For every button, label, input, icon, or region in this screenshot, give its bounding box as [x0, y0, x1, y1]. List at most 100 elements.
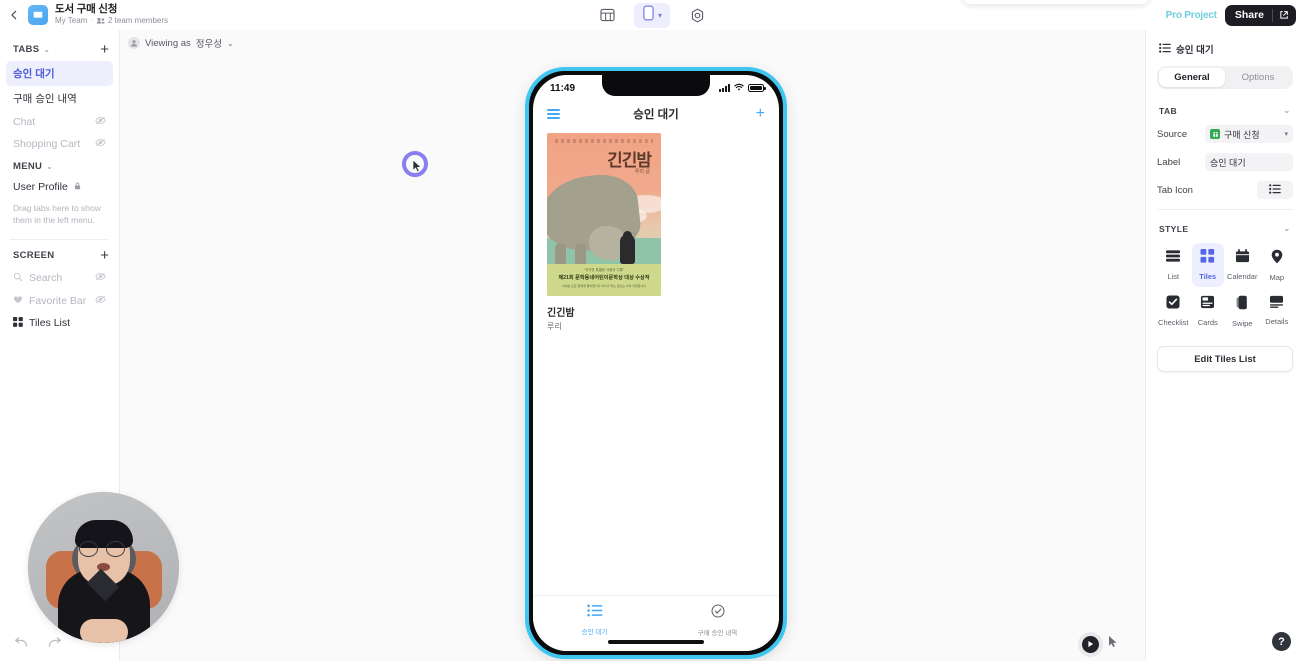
book-cover-image[interactable]: 긴긴밤 루리 글 "자기만 특별한 사랑의 기록" 제21회 문학동네어린이문학… — [547, 133, 661, 296]
tab-section-header[interactable]: TAB ⌄ — [1157, 102, 1293, 125]
phone-preview: 11:49 승인 대기 + 긴긴밤 루리 글 "자기만 특별한 사랑의 기록" … — [525, 67, 787, 659]
external-link-icon[interactable] — [1273, 10, 1296, 20]
chevron-down-icon: ⌄ — [1283, 223, 1291, 233]
chevron-down-icon: ▾ — [1284, 131, 1288, 138]
team-name: My Team — [55, 16, 88, 26]
sidebar-tab-shopping-cart[interactable]: Shopping Cart — [6, 133, 113, 155]
gear-icon[interactable] — [684, 4, 710, 26]
phone-app-header: 승인 대기 + — [533, 101, 779, 127]
panel-segmented-control: General Options — [1157, 66, 1293, 89]
sidebar-tab-seungin-daegi[interactable]: 승인 대기 — [6, 61, 113, 86]
topbar-right-actions: Pro Project Share — [961, 0, 1296, 30]
style-option-details[interactable]: Details — [1261, 289, 1294, 333]
source-select[interactable]: 구매 신청 ▾ — [1205, 125, 1293, 143]
label-input[interactable]: 승인 대기 — [1205, 153, 1293, 171]
table-view-icon[interactable] — [594, 4, 620, 26]
back-button[interactable] — [0, 0, 28, 30]
menu-section-title: MENU — [13, 161, 43, 172]
sidebar-screen-label: Tiles List — [29, 317, 71, 330]
style-label: Details — [1265, 317, 1289, 326]
add-tab-button[interactable]: + — [100, 42, 109, 57]
style-section-header[interactable]: STYLE ⌄ — [1157, 220, 1293, 243]
style-option-map[interactable]: Map — [1261, 243, 1294, 287]
help-button[interactable]: ? — [1272, 632, 1291, 651]
hamburger-menu-icon[interactable] — [547, 108, 560, 120]
share-button[interactable]: Share — [1224, 4, 1296, 26]
tab-general[interactable]: General — [1159, 68, 1225, 87]
phone-tab-seungin-daegi[interactable]: 승인 대기 — [533, 604, 656, 636]
sidebar-tab-label: Shopping Cart — [13, 138, 81, 150]
sidebar-screen-search[interactable]: Search — [6, 267, 113, 290]
panel-header: 승인 대기 — [1157, 30, 1293, 66]
edit-tiles-list-button[interactable]: Edit Tiles List — [1157, 346, 1293, 372]
book-author: 루리 — [547, 322, 562, 331]
style-label: Swipe — [1232, 319, 1253, 328]
view-mode-switcher: ▾ — [594, 0, 710, 30]
project-subtitle: My Team · 2 team members — [55, 16, 169, 27]
webcam-overlay[interactable] — [28, 492, 179, 643]
list-layout-icon — [1165, 249, 1181, 268]
screen-section-header[interactable]: SCREEN + — [0, 242, 119, 267]
tab-section-title: TAB — [1159, 105, 1178, 116]
eye-off-icon[interactable] — [95, 138, 106, 150]
play-icon[interactable] — [1082, 635, 1099, 653]
eye-off-icon[interactable] — [95, 295, 106, 307]
sidebar-divider — [10, 238, 109, 240]
source-label: Source — [1157, 128, 1188, 140]
wifi-icon — [734, 83, 744, 94]
tabs-section-header[interactable]: TABS ⌄ + — [0, 36, 119, 61]
phone-tab-gumae-seungin-naeyeok[interactable]: 구매 승인 내역 — [656, 604, 779, 637]
tab-icon-row: Tab Icon — [1157, 181, 1293, 199]
cover-author-text: 루리 글 — [634, 169, 650, 175]
checkbox-icon — [1166, 295, 1180, 314]
style-option-tiles[interactable]: Tiles — [1191, 243, 1224, 287]
member-count: 2 team members — [107, 16, 169, 26]
book-title: 긴긴밤 — [547, 308, 575, 319]
tab-options[interactable]: Options — [1225, 68, 1291, 87]
preview-controls — [1082, 635, 1119, 653]
redo-icon[interactable] — [48, 635, 62, 653]
cursor-pointer-icon[interactable] — [1108, 635, 1119, 653]
style-label: Checklist — [1158, 318, 1189, 327]
eye-off-icon[interactable] — [95, 272, 106, 284]
rhino-leg — [575, 244, 586, 266]
signal-bars-icon — [719, 84, 730, 92]
sidebar-menu-label: User Profile — [13, 181, 68, 193]
viewing-as-user: 정우성 — [195, 39, 223, 50]
person-hands — [80, 619, 128, 643]
plus-icon[interactable]: + — [756, 106, 765, 122]
sidebar-tab-gumae-seungin[interactable]: 구매 승인 내역 — [6, 86, 113, 111]
map-pin-icon — [1271, 249, 1283, 269]
style-option-checklist[interactable]: Checklist — [1157, 289, 1190, 333]
style-option-calendar[interactable]: Calendar — [1226, 243, 1259, 287]
style-option-swipe[interactable]: Swipe — [1226, 289, 1259, 333]
swipe-icon — [1236, 295, 1249, 315]
sidebar-tab-chat[interactable]: Chat — [6, 111, 113, 133]
glasses-right — [106, 541, 125, 557]
undo-icon[interactable] — [14, 635, 28, 653]
cursor-pointer-icon — [412, 159, 423, 178]
sidebar-menu-user-profile[interactable]: User Profile — [6, 176, 113, 198]
chevron-down-icon: ⌄ — [46, 162, 53, 171]
user-avatar-icon — [128, 37, 140, 49]
details-icon — [1269, 295, 1284, 313]
cover-top-rule — [555, 139, 653, 143]
chevron-down-icon: ⌄ — [227, 38, 234, 48]
style-option-list[interactable]: List — [1157, 243, 1190, 287]
mobile-device-button[interactable]: ▾ — [633, 2, 671, 28]
style-label: Calendar — [1227, 272, 1258, 281]
chevron-down-icon: ▾ — [657, 10, 663, 20]
style-label: Tiles — [1199, 272, 1217, 281]
viewing-as-selector[interactable]: Viewing as 정우성 ⌄ — [128, 36, 234, 50]
sidebar-screen-tiles-list[interactable]: Tiles List — [6, 312, 113, 335]
eye-off-icon[interactable] — [95, 116, 106, 128]
tab-icon-picker[interactable] — [1257, 181, 1293, 199]
sidebar-screen-favorite-bar[interactable]: Favorite Bar — [6, 290, 113, 312]
pro-project-badge[interactable]: Pro Project — [1166, 10, 1217, 21]
battery-icon — [748, 84, 766, 92]
style-option-cards[interactable]: Cards — [1192, 289, 1225, 333]
menu-section-header[interactable]: MENU ⌄ — [0, 155, 119, 176]
lock-icon — [74, 182, 81, 192]
sidebar-tab-label: 구매 승인 내역 — [13, 93, 77, 105]
add-screen-button[interactable]: + — [100, 248, 109, 263]
